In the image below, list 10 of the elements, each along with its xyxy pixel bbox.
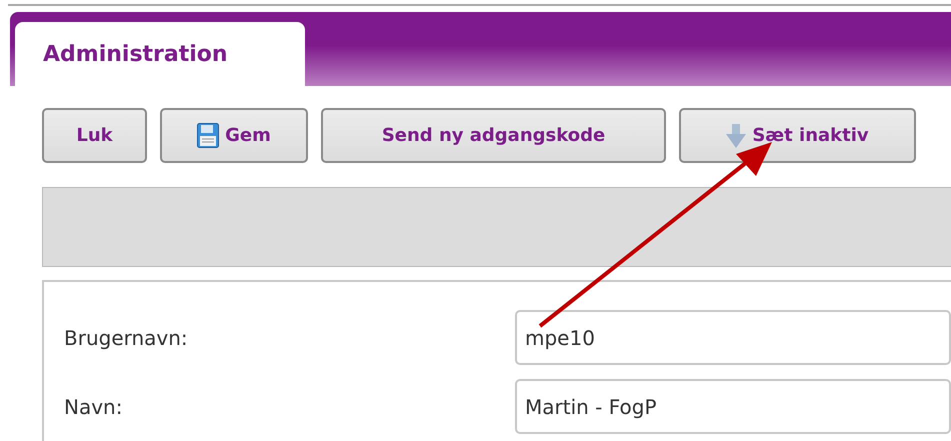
input-field[interactable]: Martin - FogP <box>515 379 951 434</box>
input-field[interactable]: mpe10 <box>515 310 951 365</box>
toolbar-button[interactable]: Send ny adgangskode <box>321 108 666 163</box>
field-label: Navn: <box>63 394 124 418</box>
toolbar-button[interactable]: Gem <box>160 108 308 163</box>
field-label: Brugernavn: <box>63 326 189 350</box>
down-arrow-icon <box>726 124 746 148</box>
tab[interactable]: Administration <box>15 22 305 86</box>
toolbar-button[interactable]: Sæt inaktiv <box>679 108 916 163</box>
toolbar-button[interactable]: Luk <box>42 108 147 163</box>
